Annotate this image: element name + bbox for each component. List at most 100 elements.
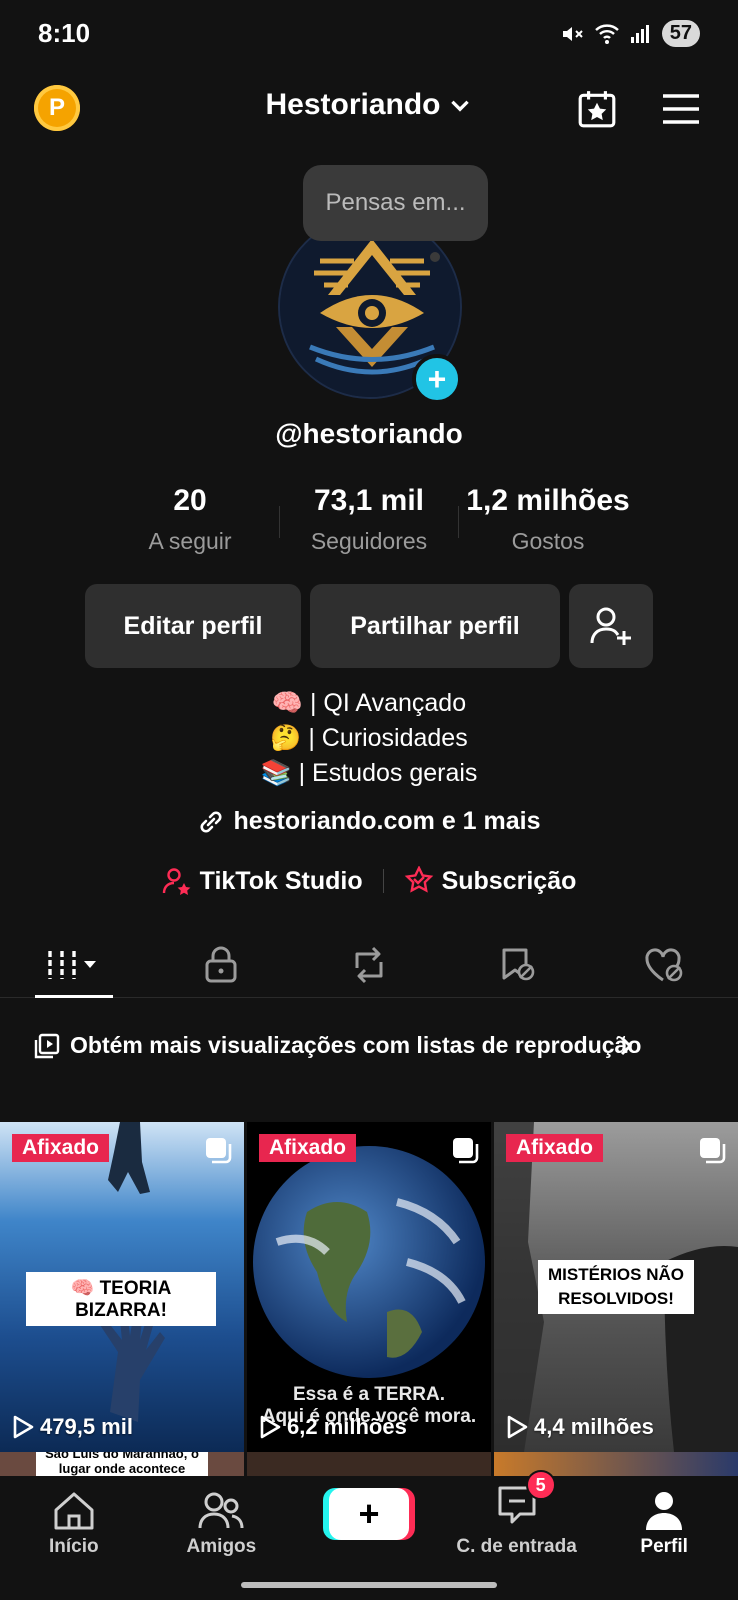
account-title: Hestoriando — [265, 88, 441, 121]
followers-stat[interactable]: 73,1 mil Seguidores — [280, 484, 458, 555]
nav-inbox-label: C. de entrada — [456, 1536, 577, 1557]
pinned-badge: Afixado — [12, 1134, 110, 1162]
lock-icon — [205, 946, 237, 982]
grid-dropdown-icon — [48, 950, 96, 979]
view-count: 479,5 mil — [12, 1414, 133, 1440]
likes-label: Gostos — [511, 528, 585, 554]
nav-friends[interactable]: Amigos — [148, 1476, 296, 1572]
following-count: 20 — [173, 484, 207, 517]
bio-line: 🤔 | Curiosidades — [270, 724, 468, 752]
shortcut-divider — [382, 869, 384, 893]
multi-image-icon — [453, 1138, 479, 1164]
playlist-promo[interactable]: Obtém mais visualizações com listas de r… — [34, 1030, 644, 1061]
view-count-text: 479,5 mil — [40, 1414, 133, 1439]
video-tile[interactable]: São Luís do Maranhão, o lugar onde acont… — [0, 1452, 244, 1476]
play-icon — [13, 1415, 34, 1439]
chevron-down-icon — [450, 100, 469, 112]
menu-button[interactable] — [658, 86, 704, 132]
overlay-line: Essa é a TERRA. — [292, 1384, 446, 1405]
profile-handle: @hestoriando — [275, 418, 463, 449]
chevron-right-icon — [620, 1036, 633, 1056]
add-user-icon — [590, 607, 631, 645]
nav-profile-label: Perfil — [640, 1536, 688, 1557]
hamburger-icon — [663, 94, 699, 124]
profile-tabs — [0, 932, 738, 998]
caption-line: São Luís do Maranhão, o — [45, 1452, 199, 1461]
nav-create[interactable]: + — [295, 1476, 443, 1572]
tab-favorites[interactable] — [443, 932, 591, 997]
caption-line: RESOLVIDOS! — [558, 1289, 674, 1308]
pinned-badge: Afixado — [259, 1134, 357, 1162]
video-caption: 🧠 TEORIA BIZARRA! — [26, 1272, 216, 1326]
bio-line: 📚 | Estudos gerais — [260, 759, 478, 787]
calendar-star-button[interactable] — [574, 86, 620, 132]
tab-videos[interactable] — [0, 932, 148, 997]
likes-stat[interactable]: 1,2 milhões Gostos — [459, 484, 637, 555]
subscription-link[interactable]: Subscrição — [404, 866, 577, 896]
bio: 🧠 | QI Avançado 🤔 | Curiosidades 📚 | Est… — [0, 686, 738, 791]
wifi-icon — [594, 23, 619, 44]
nav-inbox[interactable]: 5 C. de entrada — [443, 1470, 591, 1572]
caption-line: lugar onde acontece — [58, 1461, 186, 1476]
status-icons: 57 — [560, 20, 700, 47]
thought-bubble[interactable]: Pensas em... — [303, 165, 488, 241]
view-count: 4,4 milhões — [506, 1414, 654, 1440]
bio-line: 🧠 | QI Avançado — [271, 689, 467, 717]
nav-friends-label: Amigos — [186, 1536, 257, 1557]
bottom-navigation: Início Amigos + 5 C. de entrada Perfil — [0, 1470, 738, 1572]
view-count: 6,2 milhões — [259, 1414, 407, 1440]
bubble-tail — [430, 252, 440, 262]
home-icon — [54, 1492, 94, 1530]
subscription-label: Subscrição — [441, 866, 577, 895]
view-count-text: 6,2 milhões — [287, 1414, 407, 1439]
following-label: A seguir — [148, 528, 232, 554]
account-switcher[interactable]: Hestoriando — [0, 88, 738, 122]
playlist-promo-text: Obtém mais visualizações com listas de r… — [70, 1032, 642, 1058]
video-tile[interactable]: Afixado 🧠 TEORIA BIZARRA! 479,5 mil — [0, 1122, 244, 1452]
video-caption: MISTÉRIOS NÃO RESOLVIDOS! — [538, 1260, 694, 1314]
star-badge-icon — [404, 866, 433, 893]
add-story-button[interactable]: + — [412, 354, 462, 404]
video-tile[interactable] — [247, 1452, 491, 1476]
caption-line: MISTÉRIOS NÃO — [547, 1265, 684, 1284]
profile-stats: 20 A seguir 73,1 mil Seguidores 1,2 milh… — [0, 484, 738, 555]
battery-indicator: 57 — [661, 20, 700, 47]
tab-reposts[interactable] — [295, 932, 443, 997]
play-icon — [260, 1415, 281, 1439]
tiktok-studio-label: TikTok Studio — [199, 866, 363, 895]
repost-icon — [355, 946, 383, 983]
video-caption: São Luís do Maranhão, o lugar onde acont… — [36, 1452, 208, 1476]
video-tile[interactable]: Afixado Essa é a TERRA. Aqui é onde você… — [247, 1122, 491, 1452]
friends-icon — [198, 1492, 244, 1529]
likes-count: 1,2 milhões — [466, 484, 630, 517]
tab-liked[interactable] — [590, 932, 738, 997]
create-button[interactable]: + — [328, 1488, 409, 1540]
nav-profile[interactable]: Perfil — [590, 1476, 738, 1572]
user-star-icon — [162, 868, 191, 895]
plus-icon: + — [358, 1493, 380, 1534]
bookmark-hidden-icon — [502, 948, 534, 980]
play-icon — [507, 1415, 528, 1439]
multi-image-icon — [700, 1138, 726, 1164]
link-icon — [200, 810, 222, 833]
calendar-star-icon — [578, 91, 616, 128]
status-time: 8:10 — [38, 18, 91, 48]
edit-profile-button[interactable]: Editar perfil — [85, 584, 301, 668]
add-friend-button[interactable] — [569, 584, 653, 668]
video-tile[interactable]: Afixado MISTÉRIOS NÃO RESOLVIDOS! 4,4 mi… — [494, 1122, 738, 1452]
nav-home[interactable]: Início — [0, 1476, 148, 1572]
playlist-icon — [34, 1033, 60, 1059]
multi-image-icon — [206, 1138, 232, 1164]
bio-link[interactable]: hestoriando.com e 1 mais — [0, 807, 738, 836]
followers-count: 73,1 mil — [313, 484, 425, 517]
tab-private[interactable] — [148, 932, 296, 997]
followers-label: Seguidores — [310, 528, 428, 554]
heart-hidden-icon — [645, 947, 683, 981]
profile-icon — [646, 1492, 683, 1530]
mute-icon — [562, 26, 583, 41]
link-text: hestoriando.com e 1 mais — [233, 807, 541, 835]
signal-icon — [630, 24, 649, 43]
share-profile-button[interactable]: Partilhar perfil — [310, 584, 560, 668]
following-stat[interactable]: 20 A seguir — [101, 484, 279, 555]
tiktok-studio-link[interactable]: TikTok Studio — [162, 866, 363, 896]
